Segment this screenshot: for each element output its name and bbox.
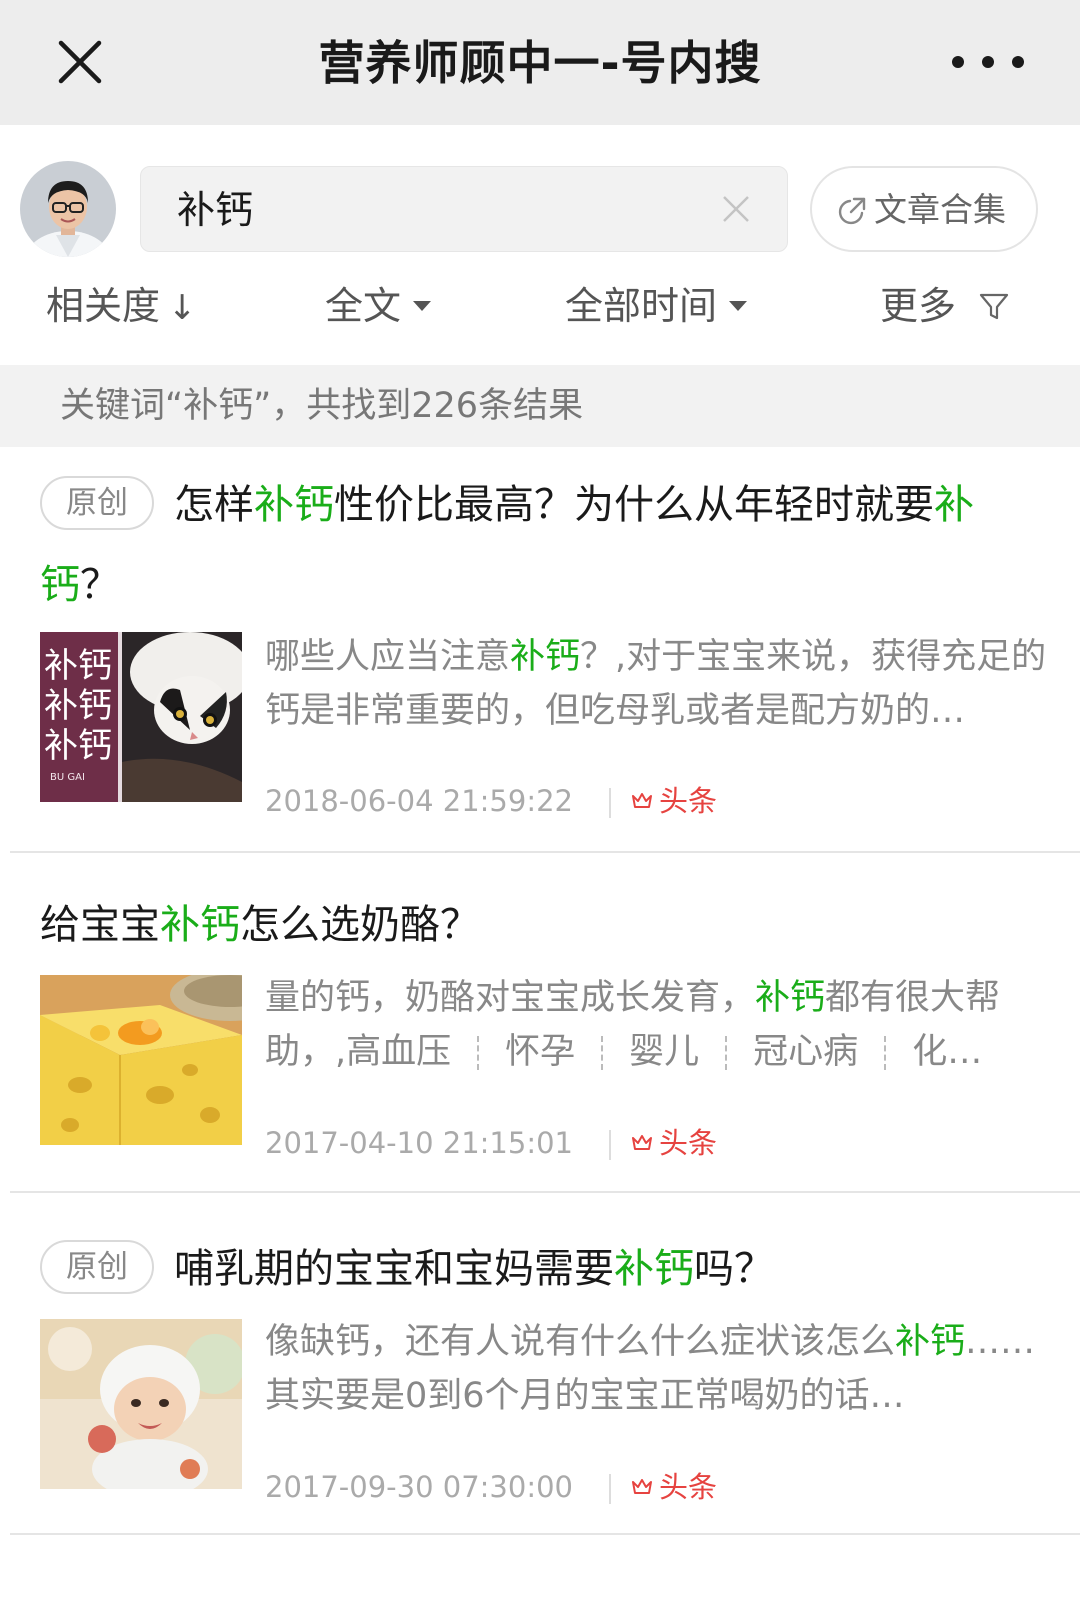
meta-divider (609, 788, 611, 818)
result-thumbnail[interactable]: 补钙 补钙 补钙 BU GAI (40, 632, 242, 802)
result-divider (10, 1191, 1080, 1193)
snippet-keyword: 补钙 (895, 1322, 966, 1362)
filter-relevance[interactable]: 相关度 ↓ (46, 270, 197, 342)
filter-bar: 相关度 ↓ 全文 全部时间 更多 (0, 270, 1080, 365)
headline-badge: 头条 (659, 1470, 718, 1504)
result-title[interactable]: 原创 怎样补钙性价比最高？为什么从年轻时就要补钙？ (40, 465, 1050, 625)
meta-divider (609, 1130, 611, 1160)
tag-separator (601, 1036, 604, 1070)
result-count-text: 关键词“补钙”，共找到226条结果 (60, 386, 584, 426)
caret-down-icon (413, 300, 432, 311)
original-tag: 原创 (40, 1240, 154, 1294)
result-item[interactable]: 原创 怎样补钙性价比最高？为什么从年轻时就要补钙？ 补钙 补钙 补钙 BU GA… (0, 465, 1080, 851)
title-text: 性价比最高？为什么从年轻时就要 (334, 482, 934, 528)
filter-time-label: 全部时间 (565, 284, 718, 328)
search-query: 补钙 (177, 188, 254, 232)
filter-more-label: 更多 (880, 284, 957, 328)
page-title: 营养师顾中一-号内搜 (318, 36, 762, 90)
avatar[interactable] (20, 161, 116, 257)
snippet-keyword: 补钙 (755, 978, 826, 1018)
snippet-keyword: 补钙 (510, 637, 581, 677)
article-collection-label: 文章合集 (874, 190, 1006, 229)
original-tag: 原创 (40, 476, 154, 530)
title-text: 怎样 (174, 482, 254, 528)
result-title[interactable]: 给宝宝补钙怎么选奶酪？ (40, 885, 1050, 965)
meta-divider (609, 1474, 611, 1504)
filter-more[interactable]: 更多 (880, 270, 1010, 342)
close-icon[interactable] (55, 37, 105, 87)
crown-icon (632, 1135, 652, 1150)
clear-search-icon[interactable] (719, 192, 753, 226)
result-title[interactable]: 原创 哺乳期的宝宝和宝妈需要补钙吗？ (40, 1229, 1050, 1309)
title-text: 怎么选奶酪？ (240, 902, 480, 948)
title-text: 吗？ (694, 1246, 774, 1292)
result-thumbnail[interactable] (40, 1319, 242, 1489)
tag-separator (725, 1036, 728, 1070)
search-input[interactable]: 补钙 (140, 166, 788, 252)
caret-down-icon (729, 300, 748, 311)
result-divider (10, 1533, 1080, 1535)
crown-icon (632, 1479, 652, 1494)
thumbnail-caption: 补钙 补钙 补钙 (44, 646, 112, 766)
result-meta: 2018-06-04 21:59:22 头条 (265, 779, 717, 823)
filter-time[interactable]: 全部时间 (565, 270, 748, 342)
sort-down-icon: ↓ (168, 288, 197, 328)
tag-separator (884, 1036, 887, 1070)
result-date: 2018-06-04 21:59:22 (265, 784, 573, 818)
more-menu-icon[interactable] (948, 50, 1028, 74)
result-summary: 关键词“补钙”，共找到226条结果 (0, 365, 1080, 447)
result-snippet: 量的钙，奶酪对宝宝成长发育，补钙都有很大帮助，,高血压 怀孕 婴儿 冠心病 化… (265, 978, 1001, 1072)
result-item[interactable]: 原创 哺乳期的宝宝和宝妈需要补钙吗？ 像缺钙，还有人说有什么什么症状该怎么补钙……… (0, 1229, 1080, 1549)
result-item[interactable]: 给宝宝补钙怎么选奶酪？ 量的钙，奶酪对宝宝成长发育，补钙都有很大帮助，,高血压 … (0, 885, 1080, 1193)
filter-fulltext-label: 全文 (325, 284, 402, 328)
result-date: 2017-04-10 21:15:01 (265, 1126, 573, 1160)
article-collection-button[interactable]: 文章合集 (810, 166, 1038, 252)
result-meta: 2017-09-30 07:30:00 头条 (265, 1465, 717, 1509)
filter-relevance-label: 相关度 (46, 284, 161, 328)
filter-fulltext[interactable]: 全文 (325, 270, 432, 342)
title-text: ？ (80, 562, 120, 608)
filter-funnel-icon (980, 293, 1009, 319)
headline-badge: 头条 (659, 1126, 718, 1160)
result-thumbnail[interactable] (40, 975, 242, 1145)
result-meta: 2017-04-10 21:15:01 头条 (265, 1121, 717, 1165)
result-snippet: 像缺钙，还有人说有什么什么症状该怎么补钙……其实要是0到6个月的宝宝正常喝奶的话… (265, 1322, 1036, 1416)
headline-badge: 头条 (659, 784, 718, 818)
title-keyword: 补钙 (160, 902, 240, 948)
search-row: 补钙 文章合集 (0, 125, 1080, 270)
title-text: 哺乳期的宝宝和宝妈需要 (174, 1246, 614, 1292)
result-divider (10, 851, 1080, 853)
link-out-icon (838, 197, 866, 225)
title-text: 给宝宝 (40, 902, 160, 948)
title-keyword: 补钙 (614, 1246, 694, 1292)
tag-separator (477, 1036, 480, 1070)
nav-bar: 营养师顾中一-号内搜 (0, 0, 1080, 125)
thumbnail-subcaption: BU GAI (50, 772, 85, 783)
crown-icon (632, 793, 652, 808)
title-keyword: 补钙 (254, 482, 334, 528)
result-snippet: 哪些人应当注意补钙？,对于宝宝来说，获得充足的钙是非常重要的，但吃母乳或者是配方… (265, 637, 1047, 731)
result-date: 2017-09-30 07:30:00 (265, 1470, 573, 1504)
